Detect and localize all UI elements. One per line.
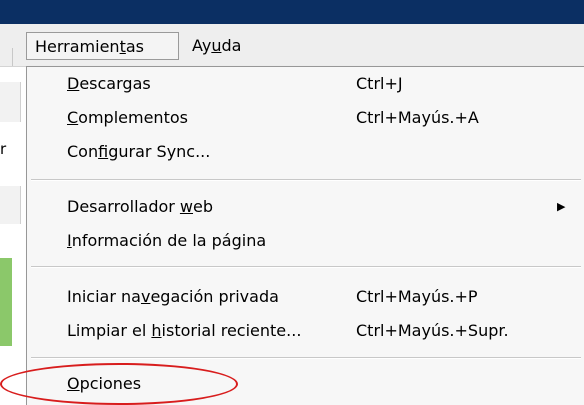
window-title-bar [0, 0, 584, 24]
menu-item-descargas[interactable]: Descargas Ctrl+J [27, 69, 584, 99]
menu-item-label: Configurar Sync... [67, 142, 211, 161]
menu-item-navegacion-privada[interactable]: Iniciar navegación privada Ctrl+Mayús.+P [27, 282, 584, 312]
menu-item-label: Iniciar navegación privada [67, 287, 279, 306]
menu-item-complementos[interactable]: Complementos Ctrl+Mayús.+A [27, 103, 584, 133]
menu-divider [31, 266, 581, 268]
menu-item-desarrollador-web[interactable]: Desarrollador web ▶ [27, 192, 584, 222]
menu-item-informacion-pagina[interactable]: Información de la página [27, 226, 584, 256]
background-green-bar [0, 258, 12, 346]
menu-item-label: Desarrollador web [67, 197, 214, 216]
menu-item-shortcut: Ctrl+Mayús.+Supr. [356, 321, 509, 340]
background-text-fragment: r [0, 140, 7, 158]
background-panel-fragment [0, 186, 21, 224]
menu-item-shortcut: Ctrl+Mayús.+P [356, 287, 478, 306]
menu-item-label: Información de la página [67, 231, 267, 250]
menu-herramientas[interactable]: Herramientas [26, 32, 179, 60]
menu-item-label: Opciones [67, 374, 142, 393]
submenu-arrow-icon: ▶ [557, 200, 566, 213]
menu-item-opciones[interactable]: Opciones [27, 369, 584, 399]
menu-item-label: Limpiar el historial reciente... [67, 321, 302, 340]
menu-item-limpiar-historial[interactable]: Limpiar el historial reciente... Ctrl+Ma… [27, 316, 584, 346]
menu-item-shortcut: Ctrl+J [356, 74, 403, 93]
menu-item-label: Complementos [67, 108, 188, 127]
menu-item-configurar-sync[interactable]: Configurar Sync... [27, 137, 584, 167]
menu-bar: Herramientas Ayuda [0, 24, 584, 67]
menu-item-shortcut: Ctrl+Mayús.+A [356, 108, 479, 127]
menu-divider [31, 357, 581, 359]
menu-item-label: Descargas [67, 74, 151, 93]
menubar-separator [12, 48, 13, 66]
menu-ayuda[interactable]: Ayuda [186, 32, 247, 60]
background-toolbar-fragment [0, 82, 21, 122]
tools-dropdown-menu: Descargas Ctrl+J Complementos Ctrl+Mayús… [26, 66, 584, 405]
menu-divider [31, 179, 581, 181]
